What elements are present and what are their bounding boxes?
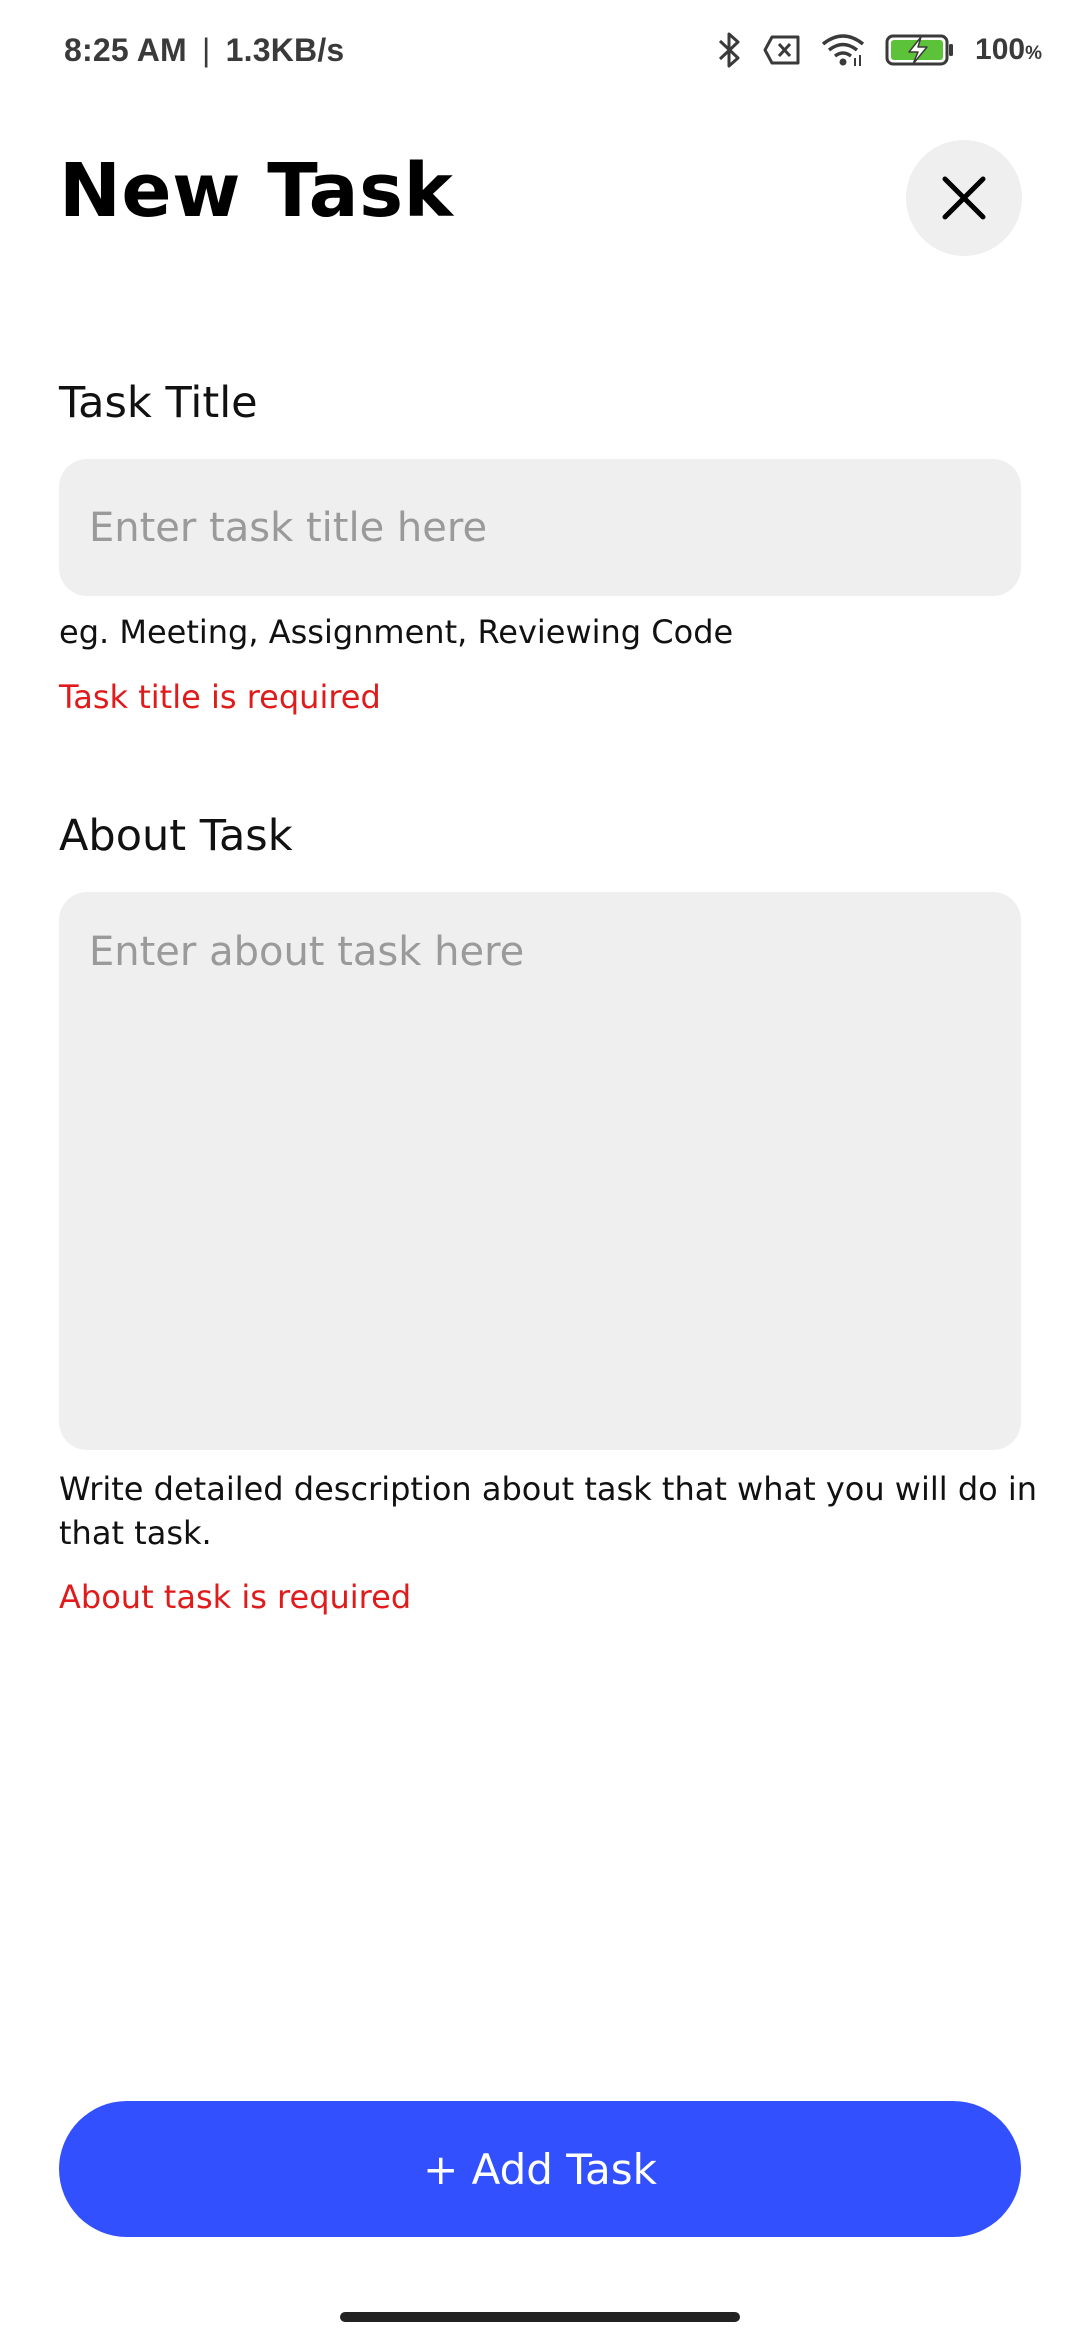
status-icons: 100% [717,31,1042,69]
bluetooth-icon [717,31,743,69]
status-left: 8:25 AM | 1.3KB/s [64,32,344,69]
wifi-icon [821,33,865,67]
battery-charging-icon [885,33,955,67]
about-task-textarea[interactable] [59,892,1021,1450]
status-network-speed: 1.3KB/s [225,31,345,68]
new-task-screen: 8:25 AM | 1.3KB/s 100% New Task Task Tit… [0,0,1080,2340]
task-title-label: Task Title [59,378,258,428]
battery-percentage: 100% [975,33,1042,67]
battery-unit: % [1025,43,1042,64]
add-task-button[interactable]: + Add Task [59,2101,1021,2237]
status-separator: | [202,31,211,68]
about-task-label: About Task [59,811,293,861]
task-title-error: Task title is required [59,678,381,716]
close-icon [942,176,986,220]
close-button[interactable] [906,140,1022,256]
about-task-error: About task is required [59,1578,412,1616]
page-title: New Task [59,148,454,234]
status-time: 8:25 AM [64,31,187,68]
task-title-helper: eg. Meeting, Assignment, Reviewing Code [59,613,734,651]
battery-level: 100 [975,33,1026,66]
sim-off-icon [763,35,801,65]
about-task-helper: Write detailed description about task th… [59,1470,1038,1552]
task-title-input[interactable] [59,459,1021,596]
status-bar: 8:25 AM | 1.3KB/s 100% [0,0,1080,100]
home-indicator[interactable] [340,2312,740,2322]
